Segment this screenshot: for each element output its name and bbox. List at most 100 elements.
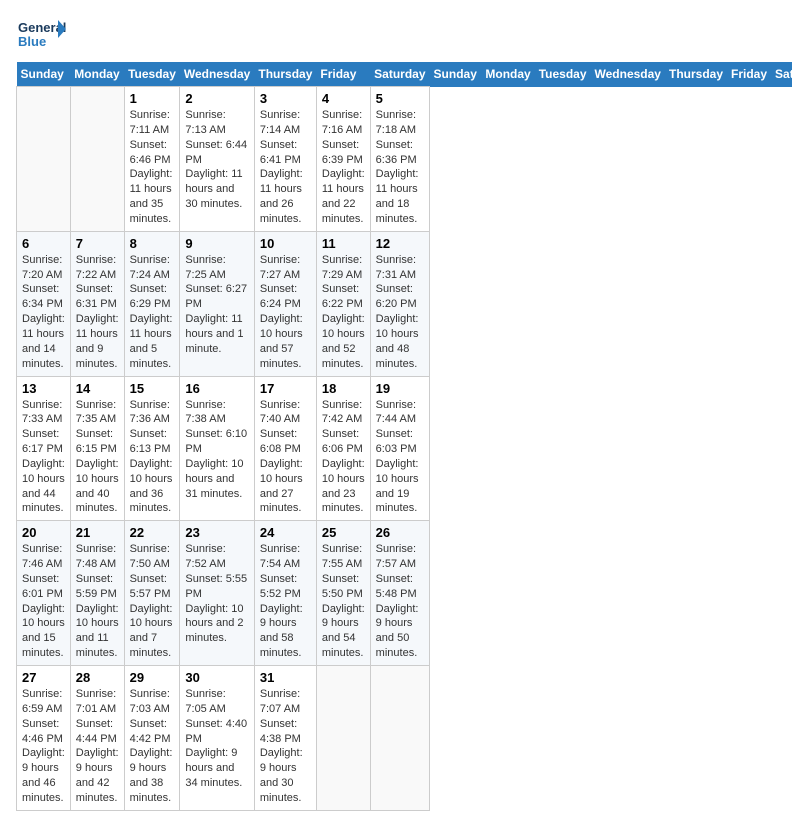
- calendar-cell: 4 Sunrise: 7:16 AMSunset: 6:39 PMDayligh…: [316, 87, 370, 232]
- cell-sunrise: Sunrise: 7:13 AMSunset: 6:44 PMDaylight:…: [185, 109, 247, 210]
- weekday-header: Wednesday: [591, 62, 665, 87]
- cell-sunrise: Sunrise: 7:42 AMSunset: 6:06 PMDaylight:…: [322, 399, 365, 515]
- calendar-cell: 14 Sunrise: 7:35 AMSunset: 6:15 PMDaylig…: [70, 376, 124, 521]
- logo: General Blue: [16, 16, 66, 54]
- cell-sunrise: Sunrise: 7:44 AMSunset: 6:03 PMDaylight:…: [376, 399, 419, 515]
- day-number: 12: [376, 236, 424, 251]
- weekday-header: Wednesday: [180, 62, 254, 87]
- day-number: 28: [76, 670, 119, 685]
- cell-sunrise: Sunrise: 7:24 AMSunset: 6:29 PMDaylight:…: [130, 254, 173, 370]
- calendar-cell: 29 Sunrise: 7:03 AMSunset: 4:42 PMDaylig…: [124, 666, 180, 811]
- calendar-cell: 18 Sunrise: 7:42 AMSunset: 6:06 PMDaylig…: [316, 376, 370, 521]
- calendar-cell: 12 Sunrise: 7:31 AMSunset: 6:20 PMDaylig…: [370, 231, 429, 376]
- calendar-cell: 28 Sunrise: 7:01 AMSunset: 4:44 PMDaylig…: [70, 666, 124, 811]
- day-number: 24: [260, 525, 311, 540]
- calendar-week-row: 27 Sunrise: 6:59 AMSunset: 4:46 PMDaylig…: [17, 666, 792, 811]
- cell-sunrise: Sunrise: 7:38 AMSunset: 6:10 PMDaylight:…: [185, 399, 247, 500]
- day-number: 2: [185, 91, 248, 106]
- calendar-cell: 7 Sunrise: 7:22 AMSunset: 6:31 PMDayligh…: [70, 231, 124, 376]
- cell-sunrise: Sunrise: 7:25 AMSunset: 6:27 PMDaylight:…: [185, 254, 247, 355]
- weekday-header: Saturday: [370, 62, 429, 87]
- calendar-cell: [370, 666, 429, 811]
- day-number: 26: [376, 525, 424, 540]
- calendar-cell: [316, 666, 370, 811]
- calendar-cell: 19 Sunrise: 7:44 AMSunset: 6:03 PMDaylig…: [370, 376, 429, 521]
- day-number: 16: [185, 381, 248, 396]
- weekday-header: Monday: [70, 62, 124, 87]
- cell-sunrise: Sunrise: 7:16 AMSunset: 6:39 PMDaylight:…: [322, 109, 365, 225]
- cell-sunrise: Sunrise: 7:48 AMSunset: 5:59 PMDaylight:…: [76, 543, 119, 659]
- calendar-cell: 10 Sunrise: 7:27 AMSunset: 6:24 PMDaylig…: [254, 231, 316, 376]
- day-number: 14: [76, 381, 119, 396]
- day-number: 23: [185, 525, 248, 540]
- cell-sunrise: Sunrise: 7:03 AMSunset: 4:42 PMDaylight:…: [130, 688, 173, 804]
- calendar-cell: [70, 87, 124, 232]
- weekday-header: Sunday: [17, 62, 71, 87]
- cell-sunrise: Sunrise: 7:01 AMSunset: 4:44 PMDaylight:…: [76, 688, 119, 804]
- calendar-cell: 20 Sunrise: 7:46 AMSunset: 6:01 PMDaylig…: [17, 521, 71, 666]
- day-number: 1: [130, 91, 175, 106]
- day-number: 22: [130, 525, 175, 540]
- cell-sunrise: Sunrise: 7:27 AMSunset: 6:24 PMDaylight:…: [260, 254, 303, 370]
- cell-sunrise: Sunrise: 7:20 AMSunset: 6:34 PMDaylight:…: [22, 254, 65, 370]
- calendar-cell: 22 Sunrise: 7:50 AMSunset: 5:57 PMDaylig…: [124, 521, 180, 666]
- weekday-header: Thursday: [665, 62, 727, 87]
- calendar-cell: 17 Sunrise: 7:40 AMSunset: 6:08 PMDaylig…: [254, 376, 316, 521]
- day-number: 9: [185, 236, 248, 251]
- cell-sunrise: Sunrise: 7:57 AMSunset: 5:48 PMDaylight:…: [376, 543, 419, 659]
- weekday-header: Thursday: [254, 62, 316, 87]
- day-number: 4: [322, 91, 365, 106]
- cell-sunrise: Sunrise: 7:29 AMSunset: 6:22 PMDaylight:…: [322, 254, 365, 370]
- weekday-header: Tuesday: [535, 62, 591, 87]
- calendar-cell: 31 Sunrise: 7:07 AMSunset: 4:38 PMDaylig…: [254, 666, 316, 811]
- day-number: 6: [22, 236, 65, 251]
- weekday-header: Friday: [316, 62, 370, 87]
- calendar-cell: 11 Sunrise: 7:29 AMSunset: 6:22 PMDaylig…: [316, 231, 370, 376]
- day-number: 17: [260, 381, 311, 396]
- day-number: 27: [22, 670, 65, 685]
- day-number: 11: [322, 236, 365, 251]
- calendar-table: SundayMondayTuesdayWednesdayThursdayFrid…: [16, 62, 792, 811]
- day-number: 13: [22, 381, 65, 396]
- cell-sunrise: Sunrise: 7:54 AMSunset: 5:52 PMDaylight:…: [260, 543, 303, 659]
- calendar-cell: 23 Sunrise: 7:52 AMSunset: 5:55 PMDaylig…: [180, 521, 254, 666]
- calendar-cell: 21 Sunrise: 7:48 AMSunset: 5:59 PMDaylig…: [70, 521, 124, 666]
- cell-sunrise: Sunrise: 7:50 AMSunset: 5:57 PMDaylight:…: [130, 543, 173, 659]
- day-number: 20: [22, 525, 65, 540]
- calendar-week-row: 20 Sunrise: 7:46 AMSunset: 6:01 PMDaylig…: [17, 521, 792, 666]
- calendar-cell: 15 Sunrise: 7:36 AMSunset: 6:13 PMDaylig…: [124, 376, 180, 521]
- calendar-cell: 3 Sunrise: 7:14 AMSunset: 6:41 PMDayligh…: [254, 87, 316, 232]
- calendar-cell: 13 Sunrise: 7:33 AMSunset: 6:17 PMDaylig…: [17, 376, 71, 521]
- cell-sunrise: Sunrise: 7:05 AMSunset: 4:40 PMDaylight:…: [185, 688, 247, 789]
- calendar-cell: 24 Sunrise: 7:54 AMSunset: 5:52 PMDaylig…: [254, 521, 316, 666]
- day-number: 10: [260, 236, 311, 251]
- calendar-cell: 2 Sunrise: 7:13 AMSunset: 6:44 PMDayligh…: [180, 87, 254, 232]
- calendar-cell: 5 Sunrise: 7:18 AMSunset: 6:36 PMDayligh…: [370, 87, 429, 232]
- calendar-cell: 9 Sunrise: 7:25 AMSunset: 6:27 PMDayligh…: [180, 231, 254, 376]
- cell-sunrise: Sunrise: 7:46 AMSunset: 6:01 PMDaylight:…: [22, 543, 65, 659]
- calendar-cell: 8 Sunrise: 7:24 AMSunset: 6:29 PMDayligh…: [124, 231, 180, 376]
- calendar-cell: 16 Sunrise: 7:38 AMSunset: 6:10 PMDaylig…: [180, 376, 254, 521]
- cell-sunrise: Sunrise: 7:31 AMSunset: 6:20 PMDaylight:…: [376, 254, 419, 370]
- logo-svg: General Blue: [16, 16, 66, 54]
- weekday-header: Tuesday: [124, 62, 180, 87]
- header-row: SundayMondayTuesdayWednesdayThursdayFrid…: [17, 62, 792, 87]
- cell-sunrise: Sunrise: 7:22 AMSunset: 6:31 PMDaylight:…: [76, 254, 119, 370]
- cell-sunrise: Sunrise: 7:40 AMSunset: 6:08 PMDaylight:…: [260, 399, 303, 515]
- cell-sunrise: Sunrise: 6:59 AMSunset: 4:46 PMDaylight:…: [22, 688, 65, 804]
- cell-sunrise: Sunrise: 7:36 AMSunset: 6:13 PMDaylight:…: [130, 399, 173, 515]
- day-number: 21: [76, 525, 119, 540]
- cell-sunrise: Sunrise: 7:55 AMSunset: 5:50 PMDaylight:…: [322, 543, 365, 659]
- cell-sunrise: Sunrise: 7:07 AMSunset: 4:38 PMDaylight:…: [260, 688, 303, 804]
- day-number: 31: [260, 670, 311, 685]
- day-number: 19: [376, 381, 424, 396]
- calendar-cell: [17, 87, 71, 232]
- cell-sunrise: Sunrise: 7:33 AMSunset: 6:17 PMDaylight:…: [22, 399, 65, 515]
- weekday-header: Saturday: [771, 62, 792, 87]
- day-number: 18: [322, 381, 365, 396]
- day-number: 5: [376, 91, 424, 106]
- calendar-cell: 26 Sunrise: 7:57 AMSunset: 5:48 PMDaylig…: [370, 521, 429, 666]
- calendar-week-row: 13 Sunrise: 7:33 AMSunset: 6:17 PMDaylig…: [17, 376, 792, 521]
- cell-sunrise: Sunrise: 7:14 AMSunset: 6:41 PMDaylight:…: [260, 109, 303, 225]
- calendar-cell: 6 Sunrise: 7:20 AMSunset: 6:34 PMDayligh…: [17, 231, 71, 376]
